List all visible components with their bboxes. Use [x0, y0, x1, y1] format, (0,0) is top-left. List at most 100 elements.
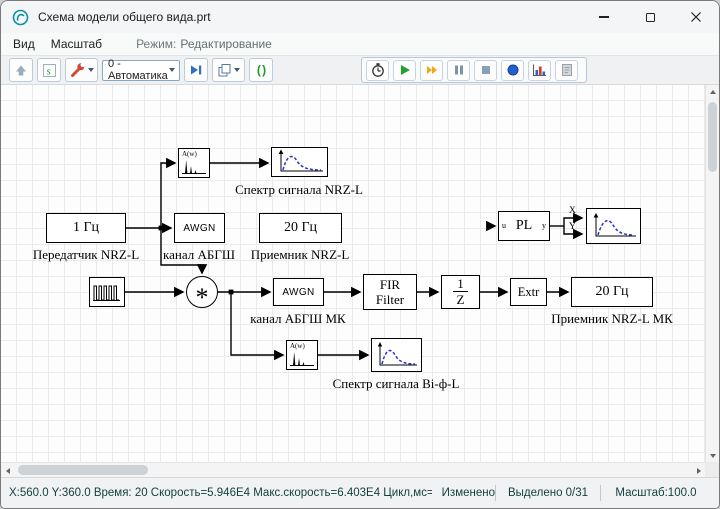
scrollbar-corner [705, 462, 719, 477]
toolbar: s 0 - Автоматика [1, 55, 719, 85]
scroll-down-button[interactable] [706, 449, 719, 462]
windows-icon [217, 63, 232, 78]
mode-combobox[interactable]: 0 - Автоматика [102, 60, 180, 81]
up-icon [14, 64, 28, 77]
caption-spectrum-2: Спектр сигнала Bi-ф-L [321, 376, 471, 392]
block-awgn-2-label: AWGN [282, 287, 314, 298]
block-spectrum-display-1[interactable] [271, 147, 328, 177]
analyzer-label: A(w) [182, 150, 197, 158]
fir-label-line2: Filter [376, 292, 404, 307]
block-extrapolator[interactable]: Extr [510, 278, 547, 306]
wire-junction [229, 290, 234, 295]
status-zoom: Масштаб:100.0 [601, 487, 711, 499]
xy-port-x-label: X [569, 206, 576, 216]
chevron-down-icon [234, 68, 240, 72]
spectrum-peaks-icon [181, 158, 207, 175]
block-multiplier[interactable]: * [186, 276, 218, 308]
multiplier-symbol: * [196, 285, 209, 311]
horizontal-scroll-thumb[interactable] [18, 465, 148, 475]
caption-spectrum-1: Спектр сигнала NRZ-L [224, 182, 374, 198]
record-icon [506, 63, 520, 77]
block-receiver-1[interactable]: 20 Гц [259, 213, 342, 243]
block-pl-label: PL [516, 218, 532, 234]
connection-wires [1, 85, 705, 462]
block-spectrum-display-2[interactable] [371, 338, 422, 372]
block-awgn-2[interactable]: AWGN [273, 278, 324, 306]
simulation-controls-group [361, 57, 587, 83]
mode-value: Редактирование [180, 37, 271, 51]
svg-text:s: s [46, 65, 50, 77]
stopwatch-button[interactable] [366, 60, 389, 81]
chevron-down-icon [169, 68, 175, 72]
menu-scale[interactable]: Масштаб [43, 37, 110, 51]
run-button[interactable] [393, 60, 416, 81]
pause-icon [452, 63, 466, 77]
report-button[interactable] [555, 60, 578, 81]
report-icon [560, 63, 574, 77]
triangle-left-icon [6, 468, 10, 474]
caption-receiver-2: Приемник NRZ-L МК [537, 311, 687, 327]
scope-plot-icon [374, 341, 419, 369]
scroll-up-button[interactable] [706, 85, 719, 98]
block-awgn-1-label: AWGN [183, 223, 215, 234]
menu-view[interactable]: Вид [5, 37, 43, 51]
block-spectrum-analyzer-1[interactable]: A(w) [178, 148, 210, 178]
block-awgn-1[interactable]: AWGN [174, 213, 225, 243]
record-button[interactable] [501, 60, 524, 81]
block-pl[interactable]: u PL y [498, 211, 550, 241]
maximize-button[interactable] [627, 1, 673, 33]
wire-junction [159, 226, 164, 231]
delay-numerator: 1 [453, 277, 468, 292]
block-receiver-1-label: 20 Гц [284, 220, 317, 236]
stop-button[interactable] [474, 60, 497, 81]
scroll-right-button[interactable] [692, 464, 705, 477]
block-fir-filter[interactable]: FIR Filter [363, 274, 417, 310]
block-transmitter-label: 1 Гц [73, 220, 99, 236]
goto-button[interactable] [184, 58, 208, 82]
block-transmitter[interactable]: 1 Гц [46, 213, 126, 243]
status-info: X:560.0 Y:360.0 Время: 20 Скорость=5.946… [9, 487, 432, 499]
settings-wrench-button[interactable] [65, 58, 98, 82]
pl-output-port-label: y [542, 221, 546, 230]
vertical-scrollbar[interactable] [705, 85, 719, 462]
block-receiver-2[interactable]: 20 Гц [571, 277, 653, 307]
refresh-parens-icon: ( ) [257, 64, 265, 76]
triangle-down-icon [710, 454, 716, 458]
block-spectrum-analyzer-2[interactable]: A(w) [286, 340, 318, 370]
chevron-down-icon [88, 68, 94, 72]
horizontal-scrollbar[interactable] [1, 462, 705, 477]
run-icon [398, 63, 412, 77]
skip-to-end-icon [189, 63, 203, 77]
script-button[interactable]: s [37, 58, 61, 82]
close-button[interactable] [673, 1, 719, 33]
block-pulse-generator[interactable] [89, 277, 125, 307]
minimize-button[interactable] [581, 1, 627, 33]
status-bar: X:560.0 Y:360.0 Время: 20 Скорость=5.946… [1, 477, 719, 508]
wrench-icon [70, 62, 86, 78]
scope-plot-icon [274, 149, 325, 175]
status-modified: Изменено [442, 487, 495, 499]
window-controls [581, 1, 719, 33]
refresh-button[interactable]: ( ) [249, 58, 273, 82]
app-window: Схема модели общего вида.prt Вид Масштаб… [0, 0, 720, 509]
maximize-icon [646, 13, 655, 22]
status-selected: Выделено 0/31 [496, 487, 600, 499]
pause-button[interactable] [447, 60, 470, 81]
block-delay[interactable]: 1 Z [441, 275, 480, 309]
fast-run-icon [425, 63, 439, 77]
fast-run-button[interactable] [420, 60, 443, 81]
block-xy-spectrum-display[interactable] [586, 208, 641, 244]
schematic-canvas[interactable]: A(w) Спектр сигнала NRZ-L 1 Гц Передатчи… [1, 85, 705, 462]
app-icon [12, 9, 29, 26]
fir-label-line1: FIR [380, 277, 400, 292]
close-icon [690, 11, 702, 23]
charts-button[interactable] [528, 60, 551, 81]
vertical-scroll-thumb[interactable] [708, 102, 717, 172]
scroll-left-button[interactable] [1, 464, 14, 477]
up-button[interactable] [9, 58, 33, 82]
windows-button[interactable] [212, 58, 245, 82]
block-extrapolator-label: Extr [518, 285, 540, 300]
title-bar: Схема модели общего вида.prt [1, 1, 719, 33]
mode-label: Режим: [136, 37, 176, 51]
block-receiver-2-label: 20 Гц [595, 284, 628, 300]
